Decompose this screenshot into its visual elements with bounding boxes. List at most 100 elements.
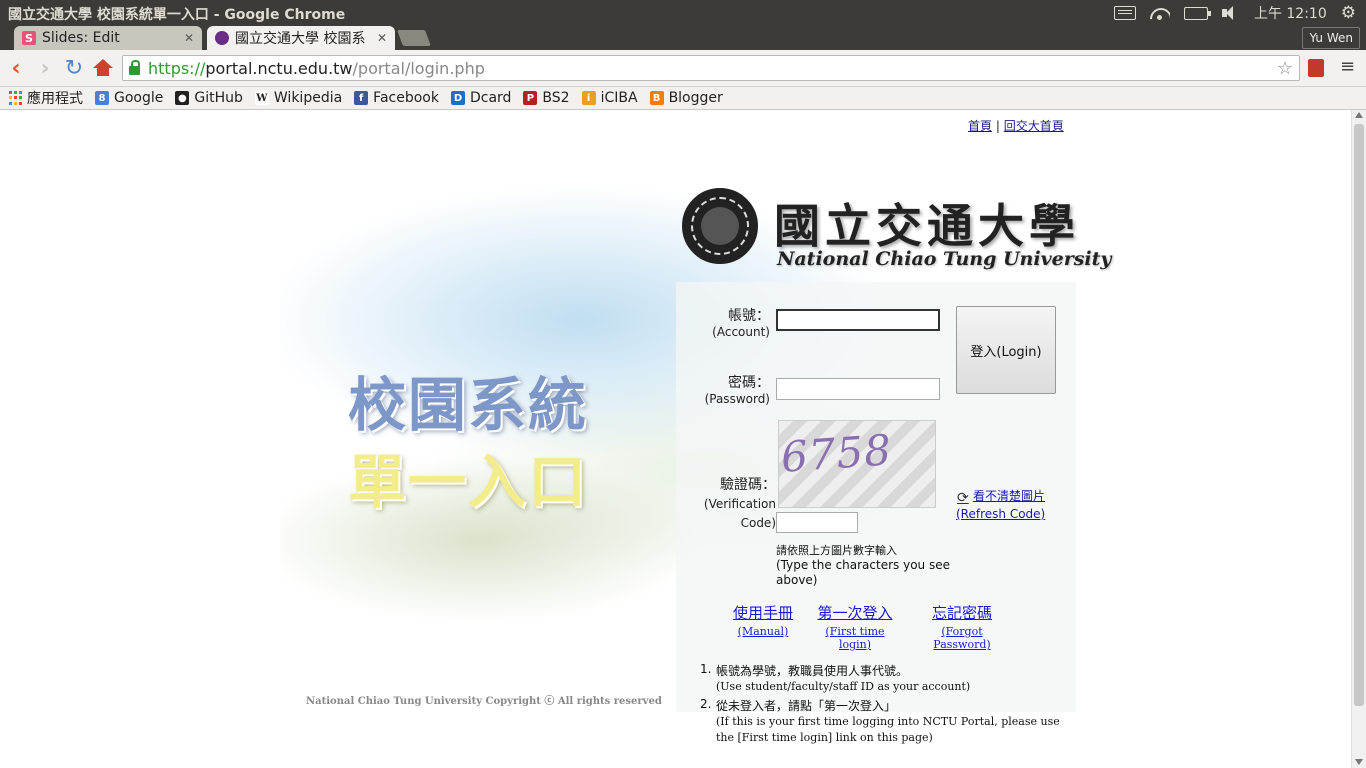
slides-favicon-icon: S [22, 31, 36, 45]
vertical-scrollbar[interactable] [1351, 110, 1366, 768]
back-button[interactable]: ‹ [4, 56, 28, 81]
manual-link-en[interactable]: (Manual) [728, 625, 798, 638]
first-time-login-link-zh[interactable]: 第一次登入 [812, 602, 898, 623]
captcha-code: 6758 [779, 425, 894, 482]
forgot-password-link[interactable]: 忘記密碼 (Forgot Password) [914, 602, 1010, 651]
note-text-en: (If this is your first time logging into… [716, 715, 1060, 744]
bookmark-bs2[interactable]: P BS2 [523, 90, 570, 106]
extension-icon[interactable] [1308, 59, 1324, 77]
address-bar[interactable]: https://portal.nctu.edu.tw/portal/login.… [122, 55, 1300, 81]
bookmark-star-icon[interactable]: ☆ [1277, 58, 1293, 79]
bookmark-label: Facebook [373, 90, 439, 106]
password-label-en: (Password) [704, 392, 770, 406]
new-tab-button[interactable] [397, 30, 431, 46]
scroll-up-arrow-icon[interactable] [1355, 112, 1363, 118]
chrome-menu-icon[interactable]: ≡ [1340, 58, 1355, 76]
tab-label: Slides: Edit [42, 30, 120, 46]
bookmark-dcard[interactable]: D Dcard [450, 90, 512, 106]
captcha-label-zh: 驗證碼： [720, 477, 776, 493]
iciba-icon: i [581, 91, 596, 105]
keyboard-icon[interactable] [1113, 6, 1136, 20]
captcha-input[interactable] [776, 512, 858, 533]
note-text-zh: 從未登入者，請點「第一次登入」 [716, 699, 897, 713]
apps-grid-icon [8, 91, 22, 105]
tab-label: 國立交通大學 校園系 [235, 31, 366, 47]
hero-title-line1: 校園系統 [348, 371, 589, 439]
wifi-icon[interactable] [1150, 6, 1170, 20]
gear-icon[interactable]: ⚙ [1341, 4, 1356, 22]
bookmark-google[interactable]: 8 Google [95, 90, 163, 106]
page-content: 校園系統 單一入口 National Chiao Tung University… [0, 110, 1350, 768]
nctu-favicon-icon [215, 31, 229, 45]
forgot-password-link-en[interactable]: (Forgot Password) [914, 625, 1010, 651]
browser-toolbar: ‹ › ↻ https://portal.nctu.edu.tw/portal/… [0, 50, 1366, 87]
tab-nctu-portal[interactable]: 國立交通大學 校園系 ✕ [207, 26, 395, 50]
login-notes: 1. 帳號為學號，教職員使用人事代號。 (Use student/faculty… [700, 662, 1066, 748]
clock[interactable]: 上午 12:10 [1254, 3, 1327, 23]
university-home-link[interactable]: 回交大首頁 [1004, 119, 1064, 133]
tab-slides[interactable]: S Slides: Edit ✕ [14, 26, 202, 50]
first-time-login-link[interactable]: 第一次登入 (First time login) [812, 602, 898, 651]
bookmark-label: Google [114, 90, 164, 106]
tab-strip: S Slides: Edit ✕ 國立交通大學 校園系 ✕ Yu Wen [0, 26, 1366, 50]
home-icon [93, 59, 113, 76]
home-link[interactable]: 首頁 [968, 119, 992, 133]
refresh-label-en[interactable]: (Refresh Code) [956, 505, 1045, 523]
facebook-icon: f [354, 91, 369, 105]
link-separator: | [995, 119, 1000, 133]
url-path: /portal/login.php [352, 58, 485, 78]
os-top-bar: 國立交通大學 校園系統單一入口 - Google Chrome 上午 12:10… [0, 0, 1366, 26]
university-seal-logo [682, 188, 758, 264]
close-icon[interactable]: ✕ [377, 31, 387, 45]
bookmark-apps[interactable]: 應用程式 [8, 88, 83, 108]
note-item: 1. 帳號為學號，教職員使用人事代號。 (Use student/faculty… [700, 662, 1066, 695]
password-label: 密碼： (Password) [690, 372, 770, 406]
forgot-password-link-zh[interactable]: 忘記密碼 [914, 602, 1010, 623]
profile-button[interactable]: Yu Wen [1302, 27, 1360, 49]
bookmark-label: Blogger [668, 90, 723, 106]
bookmark-facebook[interactable]: f Facebook [354, 90, 439, 106]
bookmark-label: GitHub [194, 90, 243, 106]
close-icon[interactable]: ✕ [184, 31, 194, 45]
google-icon: 8 [95, 91, 109, 105]
window-title: 國立交通大學 校園系統單一入口 - Google Chrome [8, 7, 346, 23]
volume-icon[interactable] [1221, 5, 1240, 21]
captcha-label: 驗證碼： (Verification Code) [690, 476, 776, 533]
account-label-zh: 帳號： [728, 308, 770, 324]
bookmark-blogger[interactable]: B Blogger [649, 90, 723, 106]
manual-link[interactable]: 使用手冊 (Manual) [728, 602, 798, 638]
note-text-en: (Use student/faculty/staff ID as your ac… [716, 680, 971, 693]
first-time-login-link-en[interactable]: (First time login) [812, 625, 898, 651]
home-button[interactable] [91, 56, 115, 80]
manual-link-zh[interactable]: 使用手冊 [728, 602, 798, 623]
refresh-icon: ⟳ [957, 490, 969, 506]
scrollbar-thumb[interactable] [1354, 124, 1364, 706]
captcha-label-en: (Verification Code) [703, 497, 776, 530]
blogger-icon: B [649, 91, 664, 105]
account-input[interactable] [776, 309, 940, 331]
account-label: 帳號： (Account) [700, 305, 770, 339]
url-scheme: https:// [148, 58, 206, 78]
forward-button[interactable]: › [33, 56, 57, 81]
reload-button[interactable]: ↻ [62, 56, 86, 81]
university-name-zh: 國立交通大學 [774, 199, 1080, 253]
bookmark-wikipedia[interactable]: W Wikipedia [254, 90, 342, 106]
note-number: 1. [700, 662, 712, 676]
bookmark-label: Dcard [469, 90, 512, 106]
note-number: 2. [700, 697, 712, 711]
refresh-label-zh[interactable]: 看不清楚圖片 [973, 489, 1045, 503]
bookmark-iciba[interactable]: i iCIBA [581, 90, 638, 106]
wikipedia-icon: W [254, 91, 269, 105]
bookmark-github[interactable]: ● GitHub [175, 90, 243, 106]
login-button[interactable]: 登入(Login) [956, 306, 1056, 394]
scroll-down-arrow-icon[interactable] [1355, 759, 1363, 765]
password-input[interactable] [776, 378, 940, 400]
dcard-icon: D [450, 91, 465, 105]
note-text-zh: 帳號為學號，教職員使用人事代號。 [716, 664, 909, 678]
password-label-zh: 密碼： [728, 375, 770, 391]
captcha-hint-zh: 請依照上方圖片數字輸入 [776, 544, 897, 557]
note-item: 2. 從未登入者，請點「第一次登入」 (If this is your firs… [700, 697, 1066, 746]
refresh-code-link[interactable]: ⟳ 看不清楚圖片 (Refresh Code) [956, 487, 1045, 523]
university-name-en: National Chiao Tung University [777, 248, 1112, 270]
battery-icon[interactable] [1183, 6, 1211, 20]
